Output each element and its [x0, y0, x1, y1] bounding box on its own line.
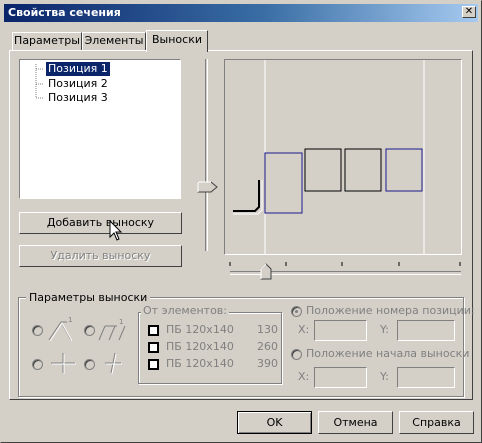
tab-parameters-label: Параметры [14, 34, 80, 47]
element-checkbox-3[interactable] [148, 359, 159, 370]
position-number-label: Положение номера позиции: [306, 304, 475, 317]
leader-start-label: Положение начала выноски [306, 347, 470, 360]
start-x-label: X: [298, 370, 310, 383]
tree-item-position-1[interactable]: Позиция 1 [45, 61, 111, 77]
mouse-cursor-icon [109, 220, 123, 241]
svg-text:1: 1 [119, 318, 123, 326]
leader-start-radio[interactable] [291, 349, 302, 360]
leader-style-radio-4[interactable] [84, 359, 95, 370]
element-name-1: ПБ 120х140 [166, 323, 234, 336]
leader-preview [224, 59, 462, 255]
leader-down-icon [51, 353, 76, 374]
element-name-2: ПБ 120х140 [166, 340, 234, 353]
element-checkbox-1[interactable] [148, 325, 159, 336]
leader-angled-icon [105, 352, 122, 375]
dialog-window: Свойства сечения ✕ Параметры Элементы Вы… [0, 0, 482, 443]
ok-label: OK [266, 416, 283, 429]
leader-style-radio-3[interactable] [32, 359, 43, 370]
help-label: Справка [412, 416, 461, 429]
start-y-field[interactable] [397, 367, 455, 388]
tree-item-position-2[interactable]: Позиция 2 [46, 77, 110, 91]
tab-leaders[interactable]: Выноски [146, 30, 208, 52]
cancel-button[interactable]: Отмена [318, 411, 393, 434]
cancel-label: Отмена [333, 416, 378, 429]
remove-leader-label: Удалить выноску [50, 249, 151, 262]
start-y-label: Y: [380, 370, 389, 383]
leader-fan-icon: 1 [48, 316, 72, 342]
element-value-2: 260 [257, 340, 278, 353]
tree-item-position-3[interactable]: Позиция 3 [46, 91, 110, 105]
element-value-1: 130 [257, 323, 278, 336]
start-x-field[interactable] [314, 367, 367, 388]
tab-parameters[interactable]: Параметры [12, 32, 82, 50]
tab-elements[interactable]: Элементы [82, 32, 146, 50]
vertical-slider-track[interactable] [205, 59, 208, 251]
tab-elements-label: Элементы [84, 34, 144, 47]
element-checkbox-2[interactable] [148, 342, 159, 353]
close-icon: ✕ [464, 6, 474, 17]
leader-parallel-icon: 1 [98, 318, 126, 341]
vertical-slider-thumb[interactable] [197, 181, 219, 193]
title-bar[interactable]: Свойства сечения ✕ [4, 4, 478, 22]
position-y-field[interactable] [397, 320, 455, 341]
position-tree[interactable]: Позиция 1 Позиция 2 Позиция 3 [19, 59, 181, 199]
position-x-field[interactable] [314, 320, 367, 341]
leader-style-radio-2[interactable] [84, 325, 95, 336]
position-x-label: X: [298, 323, 310, 336]
position-number-radio[interactable] [291, 306, 302, 317]
position-y-label: Y: [380, 323, 389, 336]
element-name-3: ПБ 120х140 [166, 357, 234, 370]
horizontal-slider-thumb[interactable] [260, 263, 274, 281]
add-leader-button[interactable]: Добавить выноску [19, 212, 182, 234]
from-elements-title: От элементов: [141, 304, 229, 317]
close-button[interactable]: ✕ [462, 6, 476, 18]
help-button[interactable]: Справка [399, 411, 474, 434]
preview-drawing [233, 60, 425, 254]
tab-leaders-label: Выноски [152, 33, 202, 46]
leader-params-title: Параметры выноски [26, 291, 151, 304]
window-title: Свойства сечения [8, 6, 121, 19]
ok-button[interactable]: OK [237, 411, 312, 434]
svg-text:1: 1 [68, 316, 72, 324]
leader-style-radio-1[interactable] [32, 325, 43, 336]
element-value-3: 390 [257, 357, 278, 370]
remove-leader-button[interactable]: Удалить выноску [19, 245, 182, 267]
add-leader-label: Добавить выноску [46, 216, 155, 229]
